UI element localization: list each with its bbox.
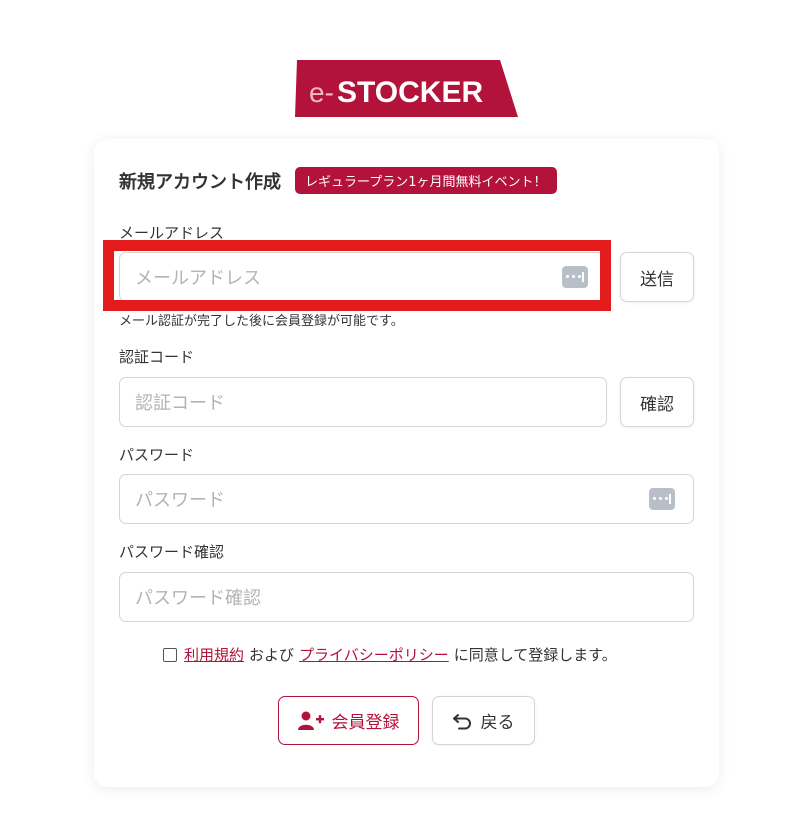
agree-checkbox[interactable] bbox=[163, 647, 177, 662]
send-button[interactable]: 送信 bbox=[620, 252, 694, 302]
password-label: パスワード bbox=[119, 446, 195, 464]
user-plus-icon bbox=[297, 711, 324, 731]
email-hint: メール認証が完了した後に会員登録が可能です。 bbox=[119, 314, 404, 329]
agreement-row: 利用規約 および プライバシーポリシー に同意して登録します。 bbox=[163, 644, 622, 665]
password-manager-icon[interactable] bbox=[649, 488, 675, 510]
code-input[interactable]: 認証コード bbox=[119, 377, 607, 427]
back-label: 戻る bbox=[480, 713, 515, 733]
password-confirm-input[interactable]: パスワード確認 bbox=[119, 572, 694, 622]
register-label: 会員登録 bbox=[331, 713, 400, 733]
password-placeholder: パスワード bbox=[135, 490, 225, 511]
privacy-link[interactable]: プライバシーポリシー bbox=[299, 644, 449, 665]
email-field-highlight bbox=[103, 240, 611, 311]
promo-badge: レギュラープラン1ヶ月間無料イベント！ bbox=[295, 167, 557, 194]
svg-text:STOCKER: STOCKER bbox=[337, 76, 483, 109]
password-confirm-placeholder: パスワード確認 bbox=[135, 588, 261, 609]
password-input[interactable]: パスワード bbox=[119, 474, 694, 524]
undo-arrow-icon bbox=[452, 712, 473, 730]
agreement-and-text: および bbox=[249, 646, 295, 664]
svg-text:e-: e- bbox=[309, 77, 334, 108]
agreement-suffix: に同意して登録します。 bbox=[453, 646, 617, 664]
page-title: 新規アカウント作成 bbox=[119, 171, 281, 193]
code-placeholder: 認証コード bbox=[135, 393, 225, 414]
back-button[interactable]: 戻る bbox=[432, 696, 535, 745]
signup-card: 新規アカウント作成 レギュラープラン1ヶ月間無料イベント！ メールアドレス メー… bbox=[94, 139, 719, 787]
confirm-button[interactable]: 確認 bbox=[620, 377, 694, 427]
register-button[interactable]: 会員登録 bbox=[278, 696, 419, 745]
password-confirm-label: パスワード確認 bbox=[119, 543, 225, 561]
e-stocker-logo: e- STOCKER bbox=[295, 60, 518, 117]
terms-link[interactable]: 利用規約 bbox=[184, 644, 244, 665]
code-label: 認証コード bbox=[119, 348, 195, 366]
title-row: 新規アカウント作成 レギュラープラン1ヶ月間無料イベント！ bbox=[119, 167, 557, 194]
